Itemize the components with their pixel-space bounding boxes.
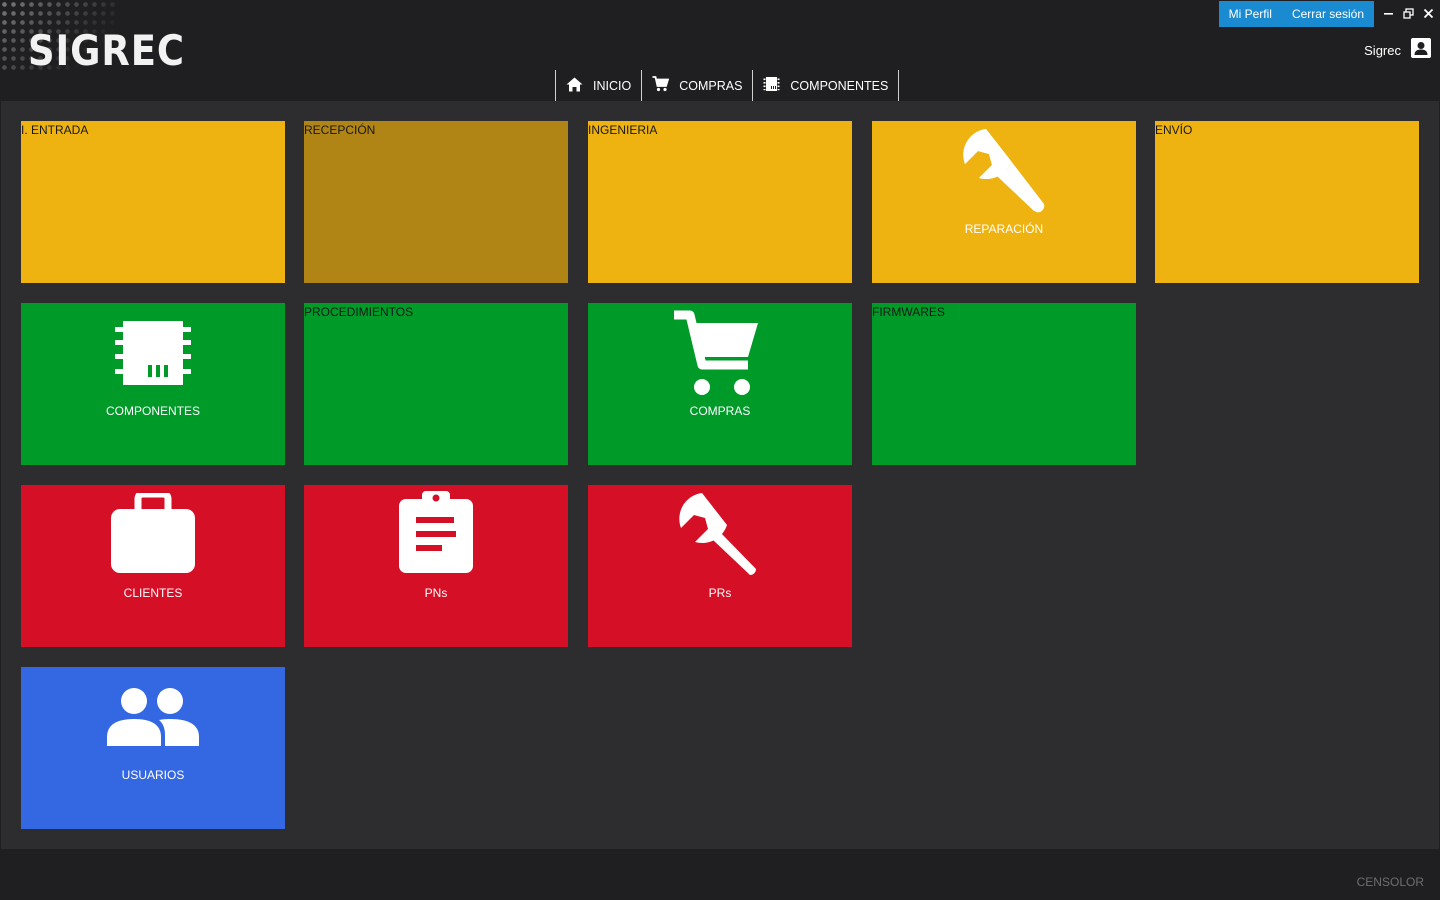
nav-item-label: INICIO: [593, 78, 632, 93]
tile-envio[interactable]: ENVÍO: [1155, 121, 1419, 283]
tile-label: REPARACIÓN: [964, 222, 1044, 236]
restore-icon[interactable]: [1402, 4, 1414, 22]
tile-ingenieria[interactable]: INGENIERIA: [588, 121, 852, 283]
user-area[interactable]: Sigrec: [1364, 38, 1431, 63]
tile-label: I. ENTRADA: [21, 123, 89, 137]
wrench-icon: [956, 123, 1052, 224]
tile-label: COMPONENTES: [105, 404, 200, 418]
tile-label: CLIENTES: [123, 586, 183, 600]
tile-clientes[interactable]: CLIENTES: [21, 485, 285, 647]
main-nav: INICIO COMPRAS COMPONENTES: [0, 70, 1440, 101]
cart-icon: [672, 309, 762, 402]
wrench-icon: [672, 487, 768, 588]
user-icon: [1411, 38, 1431, 63]
tile-recepcion[interactable]: RECEPCIÓN: [304, 121, 568, 283]
tile-label: PRs: [708, 586, 732, 600]
tile-label: ENVÍO: [1155, 123, 1193, 137]
nav-item-componentes[interactable]: COMPONENTES: [752, 70, 900, 101]
tile-label: RECEPCIÓN: [304, 123, 376, 137]
tile-label: INGENIERIA: [588, 123, 658, 137]
chip-icon: [763, 76, 780, 95]
tile-label: USUARIOS: [121, 768, 185, 782]
nav-item-compras[interactable]: COMPRAS: [641, 70, 752, 101]
minimize-icon[interactable]: [1382, 4, 1394, 22]
nav-item-inicio[interactable]: INICIO: [555, 70, 641, 101]
briefcase-icon: [110, 490, 196, 578]
tile-label: PROCEDIMIENTOS: [304, 305, 414, 319]
tile-usuarios[interactable]: USUARIOS: [21, 667, 285, 829]
home-icon: [566, 77, 583, 95]
user-name: Sigrec: [1364, 43, 1401, 58]
close-icon[interactable]: [1422, 4, 1434, 22]
tile-pns[interactable]: PNs: [304, 485, 568, 647]
app-logo: SIGREC: [28, 26, 185, 75]
app-footer: CENSOLOR: [0, 849, 1440, 900]
tile-entrada[interactable]: I. ENTRADA: [21, 121, 285, 283]
nav-items: INICIO COMPRAS COMPONENTES: [555, 70, 900, 101]
tile-prs[interactable]: PRs: [588, 485, 852, 647]
logout-button[interactable]: Cerrar sesión: [1281, 1, 1374, 27]
clipboard-icon: [398, 489, 474, 578]
top-actions: Mi Perfil Cerrar sesión: [1218, 1, 1374, 27]
nav-item-label: COMPONENTES: [790, 78, 889, 93]
tile-reparacion[interactable]: REPARACIÓN: [872, 121, 1136, 283]
chip-icon: [113, 319, 193, 392]
tile-label: PNs: [424, 586, 448, 600]
nav-item-label: COMPRAS: [679, 78, 743, 93]
tile-label: COMPRAS: [689, 404, 751, 418]
tile-label: FIRMWARES: [872, 305, 945, 319]
tile-componentes[interactable]: COMPONENTES: [21, 303, 285, 465]
app-header: SIGREC Mi Perfil Cerrar sesión Sigrec: [0, 0, 1440, 74]
my-profile-button[interactable]: Mi Perfil: [1218, 1, 1282, 27]
footer-brand: CENSOLOR: [1356, 875, 1424, 889]
tile-procedimientos[interactable]: PROCEDIMIENTOS: [304, 303, 568, 465]
users-icon: [107, 687, 199, 752]
tile-firmwares[interactable]: FIRMWARES: [872, 303, 1136, 465]
window-controls: [1382, 4, 1434, 22]
tile-compras[interactable]: COMPRAS: [588, 303, 852, 465]
tile-grid: I. ENTRADA RECEPCIÓN INGENIERIA REPARACI…: [1, 101, 1439, 849]
cart-icon: [652, 76, 670, 95]
